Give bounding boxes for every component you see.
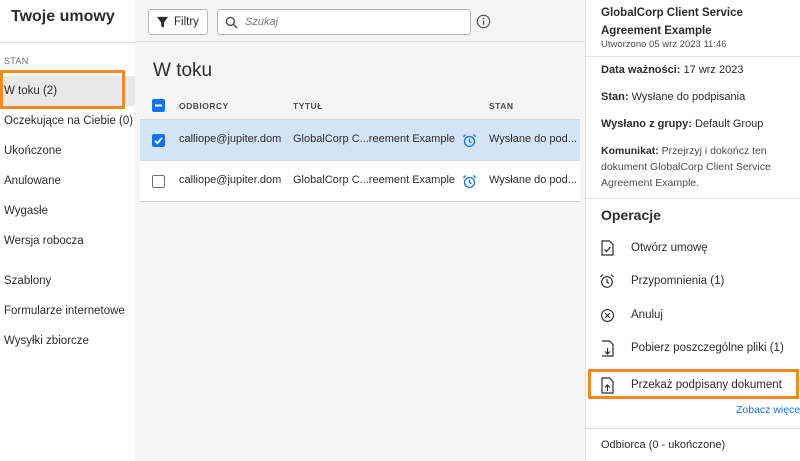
column-header-recipients[interactable]: ODBIORCY	[179, 101, 229, 111]
sidebar-item-waiting-for-you[interactable]: Oczekujące na Ciebie (0)	[0, 106, 135, 136]
row-recipient: calliope@jupiter.dom	[179, 133, 282, 145]
filter-icon	[156, 16, 169, 28]
column-header-title[interactable]: TYTUŁ	[293, 101, 323, 111]
panel-divider	[586, 198, 800, 199]
open-agreement-button[interactable]: Otwórz umowę	[598, 235, 798, 261]
panel-divider	[586, 56, 800, 57]
group-row: Wysłano z grupy: Default Group	[601, 118, 763, 130]
cancel-button[interactable]: Anuluj	[598, 302, 798, 328]
checkmark-icon	[154, 137, 163, 145]
reminders-label: Przypomnienia (1)	[631, 275, 725, 287]
share-signed-document-label: Przekaż podpisany dokument	[631, 379, 782, 391]
info-icon[interactable]	[476, 14, 491, 29]
alarm-clock-icon[interactable]	[462, 174, 477, 189]
details-panel: GlobalCorp Client Service Agreement Exam…	[585, 0, 800, 461]
agreements-table: ODBIORCY TYTUŁ STAN calliope@jupiter.dom…	[140, 92, 580, 202]
toolbar: Filtry	[135, 0, 585, 42]
status-row: Stan: Wysłane do podpisania	[601, 91, 745, 103]
section-label-status: STAN	[4, 56, 29, 66]
row-checkbox[interactable]	[152, 175, 165, 188]
download-files-button[interactable]: Pobierz poszczególne pliki (1)	[598, 335, 798, 361]
sidebar-item-mass-sends[interactable]: Wysyłki zbiorcze	[0, 326, 135, 356]
message-block: Komunikat: Przejrzyj i dokończ ten dokum…	[601, 143, 800, 191]
filter-button-label: Filtry	[174, 16, 199, 28]
sidebar-item-completed[interactable]: Ukończone	[0, 136, 135, 166]
open-agreement-label: Otwórz umowę	[631, 242, 708, 254]
expiry-date-row: Data ważności: 17 wrz 2023	[601, 64, 743, 76]
sidebar-item-in-progress[interactable]: W toku (2)	[0, 76, 135, 106]
select-all-checkbox[interactable]	[152, 99, 165, 112]
expiry-date-value: 17 wrz 2023	[683, 64, 744, 76]
upload-file-icon	[598, 376, 616, 394]
reminders-button[interactable]: Przypomnienia (1)	[598, 268, 798, 294]
table-row[interactable]: calliope@jupiter.dom GlobalCorp C...reem…	[140, 161, 580, 202]
filter-button[interactable]: Filtry	[148, 9, 208, 35]
share-signed-document-button[interactable]: Przekaż podpisany dokument	[598, 372, 798, 398]
status-value: Wysłane do podpisania	[631, 91, 746, 103]
sidebar-item-web-forms[interactable]: Formularze internetowe	[0, 296, 135, 326]
cancel-circle-icon	[598, 306, 616, 324]
row-status: Wysłane do pod...	[489, 133, 577, 145]
search-icon	[225, 16, 238, 29]
row-status: Wysłane do pod...	[489, 174, 577, 186]
message-label: Komunikat:	[601, 145, 659, 157]
sidebar-item-expired[interactable]: Wygasłe	[0, 196, 135, 226]
row-recipient: calliope@jupiter.dom	[179, 174, 282, 186]
group-value: Default Group	[694, 118, 764, 130]
sidebar-item-draft[interactable]: Wersja robocza	[0, 226, 135, 256]
sidebar-title: Twoje umowy	[11, 8, 115, 25]
operations-title: Operacje	[601, 207, 661, 223]
minus-icon	[155, 104, 162, 107]
group-label: Wysłano z grupy:	[601, 118, 692, 130]
download-file-icon	[598, 339, 616, 357]
search-box[interactable]	[217, 9, 471, 35]
sidebar-item-templates[interactable]: Szablony	[0, 266, 135, 296]
alarm-clock-icon[interactable]	[462, 133, 477, 148]
row-title: GlobalCorp C...reement Example	[293, 174, 456, 186]
recipient-summary[interactable]: Odbiorca (0 - ukończone)	[601, 439, 725, 451]
expiry-date-label: Data ważności:	[601, 64, 681, 76]
table-header: ODBIORCY TYTUŁ STAN	[140, 92, 580, 120]
table-row[interactable]: calliope@jupiter.dom GlobalCorp C...reem…	[140, 120, 580, 161]
download-files-label: Pobierz poszczególne pliki (1)	[631, 342, 784, 354]
page-title: W toku	[153, 60, 213, 81]
see-more-link[interactable]: Zobacz więcej	[736, 404, 800, 416]
cancel-label: Anuluj	[631, 309, 663, 321]
document-title: GlobalCorp Client Service Agreement Exam…	[601, 7, 743, 37]
sidebar: Twoje umowy STAN W toku (2) Oczekujące n…	[0, 0, 135, 461]
row-title: GlobalCorp C...reement Example	[293, 133, 456, 145]
sidebar-item-cancelled[interactable]: Anulowane	[0, 166, 135, 196]
search-input[interactable]	[245, 16, 445, 28]
alarm-clock-icon	[598, 272, 616, 290]
column-header-status[interactable]: STAN	[489, 101, 514, 111]
main-content: Filtry W toku ODBIORCY TYTUŁ STAN callio…	[135, 0, 585, 461]
created-date: Utworzono 05 wrz 2023 11:46	[601, 39, 727, 50]
open-document-icon	[598, 239, 616, 257]
status-label: Stan:	[601, 91, 629, 103]
panel-divider	[586, 428, 800, 429]
row-checkbox[interactable]	[152, 134, 165, 147]
sidebar-divider	[0, 42, 135, 43]
